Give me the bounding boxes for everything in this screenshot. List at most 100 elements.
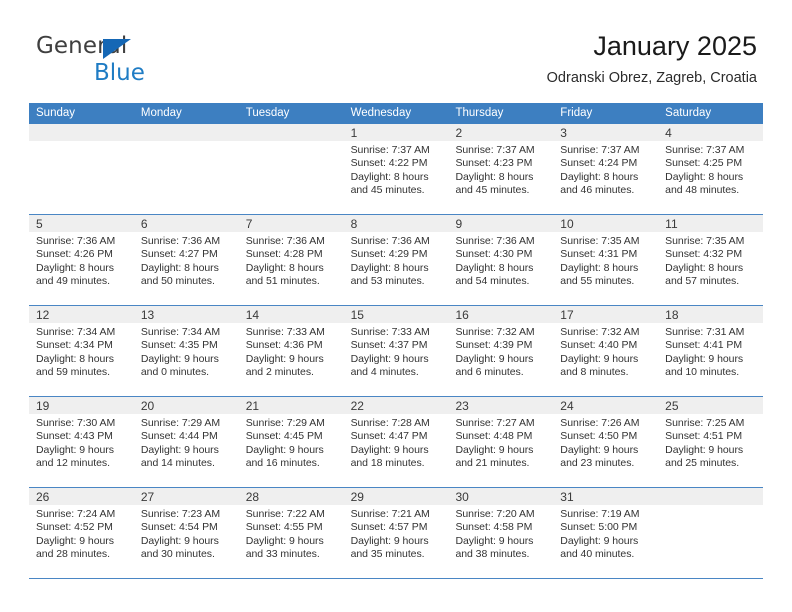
daylight-text-cont: and 57 minutes. — [665, 275, 740, 288]
daylight-text: Daylight: 8 hours — [36, 261, 114, 274]
sunrise-text: Sunrise: 7:35 AM — [665, 235, 745, 247]
day-number: 5 — [36, 217, 43, 231]
daylight-text: Daylight: 9 hours — [560, 443, 639, 456]
day-cell[interactable]: 24 Sunrise: 7:26 AM Sunset: 4:50 PM Dayligh… — [553, 397, 659, 487]
week-row: 12 Sunrise: 7:34 AM Sunset: 4:34 PM Dayligh… — [29, 305, 764, 396]
day-number: 27 — [140, 490, 155, 504]
day-cell[interactable]: 18 Sunrise: 7:31 AM Sunset: 4:41 PM Dayligh… — [658, 306, 764, 396]
day-details: Sunrise: 7:26 AM Sunset: 4:50 PM Daylight:… — [553, 414, 658, 471]
daylight-text: Daylight: 9 hours — [455, 443, 534, 456]
day-cell[interactable]: 9 Sunrise: 7:36 AM Sunset: 4:30 PM Daylight… — [448, 215, 554, 305]
daylight-text-cont: and 49 minutes. — [36, 275, 110, 288]
day-cell[interactable]: 31 Sunrise: 7:19 AM Sunset: 5:00 PM Dayligh… — [553, 488, 659, 578]
sunrise-text: Sunrise: 7:20 AM — [455, 508, 535, 520]
day-number-band: 7 — [238, 215, 344, 232]
daylight-text: Daylight: 9 hours — [245, 352, 324, 365]
day-cell[interactable]: 27 Sunrise: 7:23 AM Sunset: 4:54 PM Dayligh… — [133, 488, 239, 578]
sunrise-text: Sunrise: 7:32 AM — [560, 326, 640, 338]
day-number-band: 15 — [343, 306, 449, 323]
daylight-text: Daylight: 9 hours — [36, 443, 114, 456]
day-cell[interactable]: 26 Sunrise: 7:24 AM Sunset: 4:52 PM Dayligh… — [29, 488, 134, 578]
day-cell[interactable]: 1 Sunrise: 7:37 AM Sunset: 4:22 PM Daylight… — [343, 124, 449, 214]
sunset-text: Sunset: 4:32 PM — [665, 248, 743, 261]
daylight-text-cont: and 4 minutes. — [350, 366, 419, 379]
day-cell[interactable]: 22 Sunrise: 7:28 AM Sunset: 4:47 PM Dayligh… — [343, 397, 449, 487]
day-number: 31 — [560, 490, 574, 504]
daylight-text-cont: and 51 minutes. — [245, 275, 320, 288]
day-number: 23 — [455, 399, 469, 413]
day-cell[interactable]: 15 Sunrise: 7:33 AM Sunset: 4:37 PM Dayligh… — [343, 306, 449, 396]
day-cell[interactable]: 11 Sunrise: 7:35 AM Sunset: 4:32 PM Dayligh… — [658, 215, 764, 305]
day-cell[interactable]: 12 Sunrise: 7:34 AM Sunset: 4:34 PM Dayligh… — [29, 306, 134, 396]
daylight-text-cont: and 50 minutes. — [140, 275, 215, 288]
day-cell[interactable]: 23 Sunrise: 7:27 AM Sunset: 4:48 PM Dayligh… — [448, 397, 554, 487]
day-cell[interactable]: 21 Sunrise: 7:29 AM Sunset: 4:45 PM Dayligh… — [238, 397, 344, 487]
day-cell[interactable]: 3 Sunrise: 7:37 AM Sunset: 4:24 PM Daylight… — [553, 124, 659, 214]
day-cell[interactable]: 25 Sunrise: 7:25 AM Sunset: 4:51 PM Dayligh… — [658, 397, 764, 487]
day-details: Sunrise: 7:37 AM Sunset: 4:25 PM Daylight:… — [658, 141, 763, 198]
daylight-text-cont: and 28 minutes. — [36, 548, 110, 561]
day-cell[interactable]: 6 Sunrise: 7:36 AM Sunset: 4:27 PM Daylight… — [133, 215, 239, 305]
sunset-text: Sunset: 4:28 PM — [245, 248, 323, 261]
day-cell[interactable]: 8 Sunrise: 7:36 AM Sunset: 4:29 PM Daylight… — [343, 215, 449, 305]
daylight-text: Daylight: 8 hours — [560, 261, 639, 274]
daylight-text: Daylight: 9 hours — [455, 352, 534, 365]
sunset-text: Sunset: 4:44 PM — [140, 430, 218, 443]
sunset-text: Sunset: 4:25 PM — [665, 157, 743, 170]
daylight-text: Daylight: 9 hours — [560, 352, 639, 365]
sunset-text: Sunset: 4:57 PM — [350, 521, 428, 534]
sunrise-text: Sunrise: 7:19 AM — [560, 508, 640, 520]
daylight-text-cont: and 33 minutes. — [245, 548, 320, 561]
day-cell[interactable]: 4 Sunrise: 7:37 AM Sunset: 4:25 PM Daylight… — [658, 124, 764, 214]
daylight-text-cont: and 45 minutes. — [350, 184, 425, 197]
daylight-text-cont: and 46 minutes. — [560, 184, 635, 197]
sunset-text: Sunset: 4:36 PM — [245, 339, 323, 352]
sunrise-text: Sunrise: 7:36 AM — [36, 235, 116, 247]
sunrise-text: Sunrise: 7:26 AM — [560, 417, 640, 429]
day-cell[interactable]: 16 Sunrise: 7:32 AM Sunset: 4:39 PM Dayligh… — [448, 306, 554, 396]
day-cell[interactable]: 30 Sunrise: 7:20 AM Sunset: 4:58 PM Dayligh… — [448, 488, 554, 578]
day-cell[interactable]: 10 Sunrise: 7:35 AM Sunset: 4:31 PM Dayligh… — [553, 215, 659, 305]
day-details — [239, 141, 344, 144]
calendar-body: 1 Sunrise: 7:37 AM Sunset: 4:22 PM Daylight… — [29, 124, 764, 578]
day-details: Sunrise: 7:28 AM Sunset: 4:47 PM Daylight:… — [344, 414, 449, 471]
daylight-text: Daylight: 8 hours — [665, 261, 744, 274]
day-number: 19 — [36, 399, 50, 413]
day-cell[interactable]: 2 Sunrise: 7:37 AM Sunset: 4:23 PM Daylight… — [448, 124, 554, 214]
sunrise-text: Sunrise: 7:34 AM — [140, 326, 221, 338]
sunset-text: Sunset: 5:00 PM — [560, 521, 638, 534]
day-number: 25 — [665, 399, 679, 413]
day-cell[interactable]: 19 Sunrise: 7:30 AM Sunset: 4:43 PM Dayligh… — [29, 397, 134, 487]
day-number-band: 24 — [553, 397, 659, 414]
page-title: January 2025 — [593, 31, 757, 61]
day-cell[interactable]: 13 Sunrise: 7:34 AM Sunset: 4:35 PM Dayligh… — [133, 306, 239, 396]
day-cell[interactable]: 28 Sunrise: 7:22 AM Sunset: 4:55 PM Dayligh… — [238, 488, 344, 578]
daylight-text-cont: and 10 minutes. — [665, 366, 740, 379]
day-cell-empty — [238, 124, 344, 214]
day-number: 11 — [665, 217, 678, 231]
day-details: Sunrise: 7:24 AM Sunset: 4:52 PM Daylight:… — [29, 505, 134, 562]
sunset-text: Sunset: 4:43 PM — [36, 430, 113, 443]
day-cell-empty — [658, 488, 764, 578]
sunrise-text: Sunrise: 7:30 AM — [36, 417, 116, 429]
day-cell[interactable]: 20 Sunrise: 7:29 AM Sunset: 4:44 PM Dayligh… — [133, 397, 239, 487]
general-blue-logo[interactable]: General Blue — [36, 33, 226, 89]
day-number-band — [658, 488, 764, 505]
day-cell[interactable]: 29 Sunrise: 7:21 AM Sunset: 4:57 PM Dayligh… — [343, 488, 449, 578]
day-number-band — [238, 124, 344, 141]
day-details: Sunrise: 7:37 AM Sunset: 4:23 PM Daylight:… — [448, 141, 553, 198]
sunrise-text: Sunrise: 7:36 AM — [245, 235, 325, 247]
day-cell[interactable]: 14 Sunrise: 7:33 AM Sunset: 4:36 PM Dayligh… — [238, 306, 344, 396]
daylight-text-cont: and 40 minutes. — [560, 548, 635, 561]
daylight-text: Daylight: 8 hours — [350, 170, 429, 183]
day-cell[interactable]: 5 Sunrise: 7:36 AM Sunset: 4:26 PM Daylight… — [29, 215, 134, 305]
day-cell[interactable]: 7 Sunrise: 7:36 AM Sunset: 4:28 PM Daylight… — [238, 215, 344, 305]
day-details: Sunrise: 7:35 AM Sunset: 4:32 PM Daylight:… — [658, 232, 763, 289]
sunrise-text: Sunrise: 7:31 AM — [665, 326, 745, 338]
day-cell[interactable]: 17 Sunrise: 7:32 AM Sunset: 4:40 PM Dayligh… — [553, 306, 659, 396]
sunset-text: Sunset: 4:27 PM — [140, 248, 218, 261]
week-row: 1 Sunrise: 7:37 AM Sunset: 4:22 PM Daylight… — [29, 124, 764, 214]
day-number-band: 20 — [133, 397, 239, 414]
page-subtitle: Odranski Obrez, Zagreb, Croatia — [546, 70, 757, 86]
day-number-band: 4 — [658, 124, 764, 141]
